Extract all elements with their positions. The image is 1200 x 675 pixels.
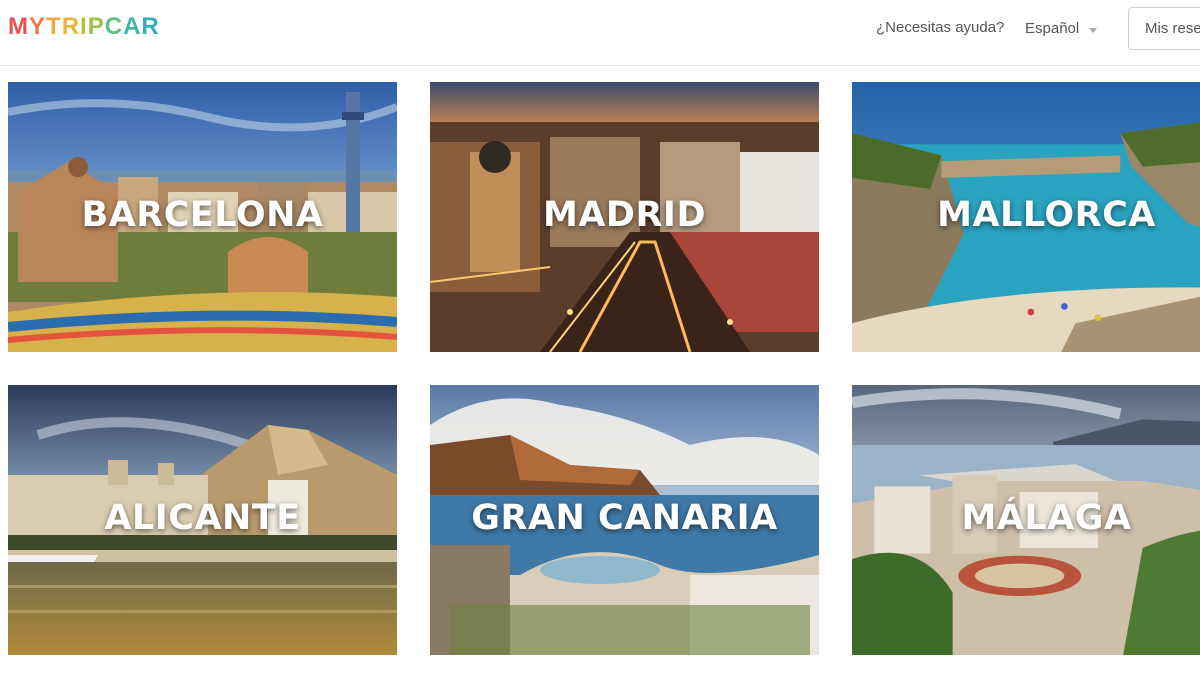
- mytripcar-logo[interactable]: MYTRIPCAR: [8, 14, 160, 40]
- logo-letter: I: [80, 13, 88, 40]
- destination-title: MÁLAGA: [961, 498, 1132, 538]
- help-link[interactable]: ¿Necesitas ayuda?: [876, 19, 1004, 37]
- logo-letter: C: [104, 13, 124, 40]
- logo-letter: R: [61, 13, 81, 40]
- destination-card-gran-canaria[interactable]: GRAN CANARIA: [430, 385, 819, 655]
- logo-letter: Y: [29, 13, 47, 40]
- destination-card-malaga[interactable]: MÁLAGA: [852, 385, 1200, 655]
- destination-card-barcelona[interactable]: BARCELONA: [8, 82, 397, 352]
- logo-letter: P: [87, 13, 105, 40]
- language-label: Español: [1025, 20, 1080, 37]
- destination-title: ALICANTE: [104, 498, 301, 538]
- logo-letter: R: [141, 13, 160, 40]
- site-header: MYTRIPCAR ¿Necesitas ayuda? Español Mis …: [0, 0, 1200, 66]
- language-selector[interactable]: Español: [1025, 20, 1098, 38]
- destination-title: BARCELONA: [81, 195, 324, 235]
- logo-letter: T: [46, 13, 62, 40]
- destination-title: GRAN CANARIA: [471, 498, 778, 538]
- destination-card-madrid[interactable]: MADRID: [430, 82, 819, 352]
- logo-letter: M: [8, 13, 29, 40]
- destination-title: MALLORCA: [937, 195, 1156, 235]
- destination-title: MADRID: [543, 195, 706, 235]
- chevron-down-icon: [1089, 28, 1098, 33]
- logo-letter: A: [123, 13, 142, 40]
- destination-card-mallorca[interactable]: MALLORCA: [852, 82, 1200, 352]
- destination-card-alicante[interactable]: ALICANTE: [8, 385, 397, 655]
- my-bookings-button[interactable]: Mis reservas: [1128, 7, 1200, 50]
